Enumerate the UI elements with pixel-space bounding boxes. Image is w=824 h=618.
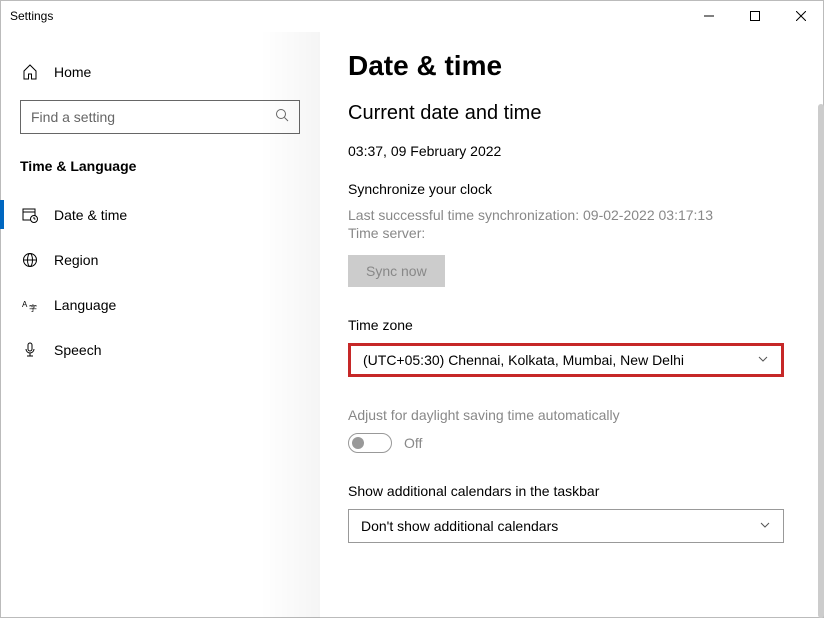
home-nav[interactable]: Home [0, 52, 320, 92]
additional-calendars-value: Don't show additional calendars [361, 518, 558, 534]
nav-region[interactable]: Region [0, 237, 320, 282]
nav-label: Speech [54, 342, 101, 358]
chevron-down-icon [757, 352, 769, 368]
search-icon [275, 108, 289, 127]
calendar-clock-icon [22, 207, 44, 223]
window-controls [686, 0, 824, 32]
sync-now-button[interactable]: Sync now [348, 255, 445, 287]
nav-date-time[interactable]: Date & time [0, 192, 320, 237]
home-label: Home [54, 64, 91, 80]
additional-calendars-label: Show additional calendars in the taskbar [348, 483, 784, 499]
search-box[interactable] [20, 100, 300, 134]
additional-calendars-dropdown[interactable]: Don't show additional calendars [348, 509, 784, 543]
scrollbar[interactable] [818, 104, 824, 618]
sync-heading: Synchronize your clock [348, 181, 784, 197]
window-title: Settings [10, 9, 53, 23]
maximize-button[interactable] [732, 0, 778, 32]
section-current-datetime: Current date and time [348, 102, 784, 125]
dst-toggle[interactable] [348, 433, 392, 453]
close-button[interactable] [778, 0, 824, 32]
nav-speech[interactable]: Speech [0, 327, 320, 372]
timezone-dropdown[interactable]: (UTC+05:30) Chennai, Kolkata, Mumbai, Ne… [348, 343, 784, 377]
minimize-button[interactable] [686, 0, 732, 32]
chevron-down-icon [759, 518, 771, 534]
category-heading: Time & Language [0, 134, 320, 192]
nav-label: Language [54, 297, 116, 313]
timezone-label: Time zone [348, 317, 784, 333]
sync-last-value: Last successful time synchronization: 09… [348, 207, 784, 223]
dst-state: Off [404, 435, 422, 451]
dst-label: Adjust for daylight saving time automati… [348, 407, 784, 423]
search-input[interactable] [31, 109, 275, 125]
sync-server-value: Time server: [348, 225, 784, 241]
nav-language[interactable]: A字 Language [0, 282, 320, 327]
microphone-icon [22, 342, 44, 358]
language-icon: A字 [22, 297, 44, 313]
page-title: Date & time [348, 50, 784, 82]
svg-text:字: 字 [29, 303, 37, 313]
current-datetime-value: 03:37, 09 February 2022 [348, 143, 784, 159]
svg-text:A: A [22, 300, 28, 309]
timezone-value: (UTC+05:30) Chennai, Kolkata, Mumbai, Ne… [363, 352, 684, 368]
sidebar: Home Time & Language Date & time Region … [0, 32, 320, 618]
main-panel: Date & time Current date and time 03:37,… [320, 32, 824, 618]
globe-icon [22, 252, 44, 268]
nav-label: Date & time [54, 207, 127, 223]
nav-label: Region [54, 252, 98, 268]
home-icon [22, 64, 44, 80]
